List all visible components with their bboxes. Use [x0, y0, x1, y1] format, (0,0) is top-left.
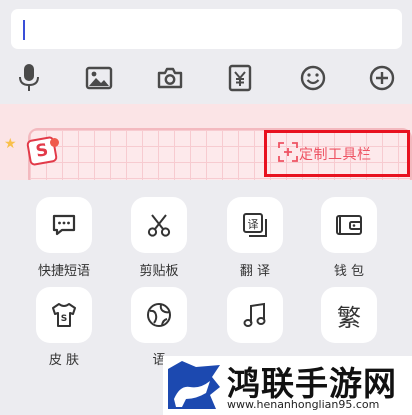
wallet-label: 钱 包	[333, 264, 365, 279]
clipboard-label: 剪贴板	[139, 264, 179, 279]
traditional-chinese-button[interactable]: 繁	[321, 287, 377, 343]
music-button[interactable]	[227, 287, 283, 343]
quick-phrase-label: 快捷短语	[37, 264, 90, 279]
microphone-icon[interactable]	[11, 60, 47, 96]
skin-button[interactable]: S	[36, 287, 92, 343]
translate-icon: 译	[243, 213, 267, 237]
wallet-button[interactable]	[321, 197, 377, 253]
customize-toolbar-button[interactable]: 定制工具栏	[264, 130, 410, 177]
camera-icon[interactable]	[152, 60, 188, 96]
wallet-yuan-icon[interactable]	[222, 60, 258, 96]
watermark: 鸿联手游网 www.henanhonglian95.com	[163, 356, 412, 415]
text-cursor	[23, 20, 25, 40]
language-button[interactable]	[131, 287, 187, 343]
badge-text: S	[34, 140, 50, 162]
scissors-icon	[147, 214, 171, 237]
wallet-icon	[336, 215, 362, 235]
globe-icon	[147, 303, 171, 327]
keyboard-panel: ★ S 定制工具栏 快捷短语 剪贴板 译 翻 译 钱 包 S 皮 肤 语 繁 鸿…	[0, 0, 412, 415]
add-frame-icon	[278, 142, 298, 162]
plus-circle-icon[interactable]	[364, 60, 400, 96]
svg-text:S: S	[61, 314, 67, 324]
clipboard-button[interactable]	[131, 197, 187, 253]
tshirt-skin-icon: S	[52, 303, 76, 327]
text-input-field[interactable]	[11, 9, 402, 49]
svg-text:译: 译	[248, 218, 259, 231]
smiley-icon[interactable]	[295, 60, 331, 96]
keyboard-toolbar	[0, 52, 412, 104]
quick-phrase-icon	[52, 214, 76, 236]
customize-toolbar-label: 定制工具栏	[299, 146, 372, 163]
translate-label: 翻 译	[239, 264, 271, 279]
watermark-url: www.henanhonglian95.com	[227, 398, 380, 411]
bull-logo	[168, 361, 220, 409]
image-icon[interactable]	[81, 60, 117, 96]
music-note-icon	[243, 302, 266, 327]
flower-icon	[50, 138, 59, 147]
skin-label: 皮 肤	[48, 353, 80, 368]
translate-button[interactable]: 译	[227, 197, 283, 253]
star-icon: ★	[4, 136, 17, 152]
traditional-chinese-icon: 繁	[337, 303, 361, 332]
quick-phrase-button[interactable]	[36, 197, 92, 253]
